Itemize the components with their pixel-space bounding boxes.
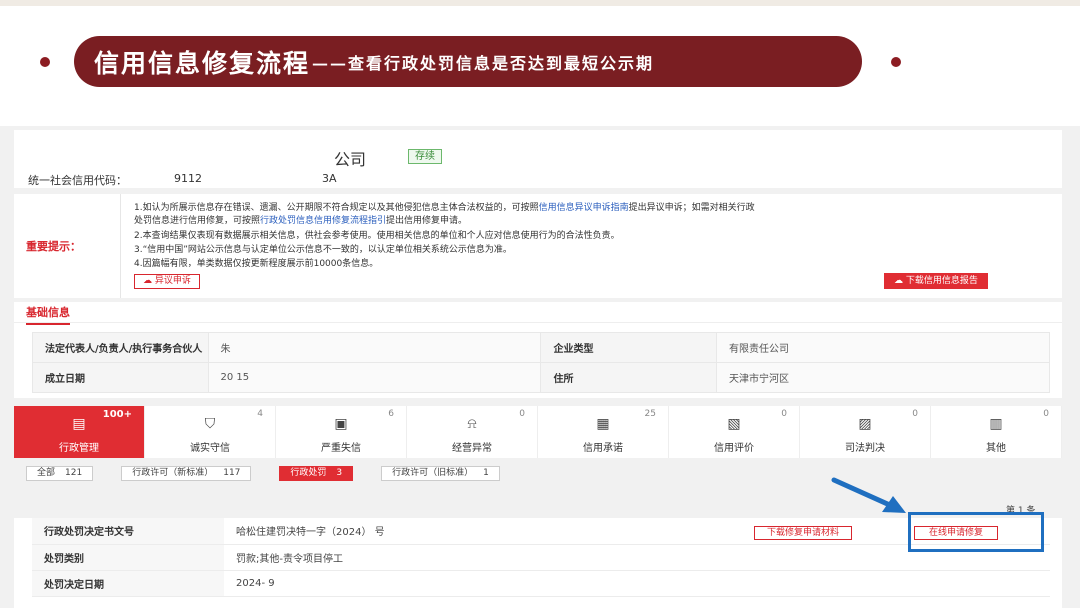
pointer-arrow-icon	[831, 477, 906, 513]
tab-count: 0	[519, 409, 525, 419]
cloud-upload-icon: ☁	[143, 276, 155, 286]
tab-label: 信用评价	[714, 443, 754, 454]
decision-number-label: 行政处罚决定书文号	[32, 518, 224, 545]
penalty-record-table: 行政处罚决定书文号 哈松住建罚决特一字（2024） 号 处罚类别 罚款;其他-责…	[32, 518, 1050, 597]
alarm-icon: ⍾	[467, 416, 477, 432]
download-report-button[interactable]: ☁ 下载信用信息报告	[884, 273, 988, 289]
company-header-card: 公司 存续 统一社会信用代码： 9112 3A	[14, 130, 1062, 188]
basic-info-card: 基础信息 法定代表人/负责人/执行事务合伙人 朱 企业类型 有限责任公司 成立日…	[14, 302, 1062, 398]
slide-title-main: 信用信息修复流程	[94, 48, 311, 78]
notice-divider	[120, 194, 121, 298]
filter-license-old[interactable]: 行政许可（旧标准） 1	[381, 466, 500, 481]
tab-count: 0	[781, 409, 787, 419]
tab-business-abnormal[interactable]: ⍾ 0 经营异常	[407, 406, 538, 458]
tab-serious-dishonesty[interactable]: ▣ 6 严重失信	[276, 406, 407, 458]
legal-rep-label: 法定代表人/负责人/执行事务合伙人	[32, 332, 209, 363]
table-row: 处罚决定日期 2024- 9	[32, 570, 1050, 597]
other-icon: ▥	[989, 416, 1003, 432]
credit-code-label: 统一社会信用代码：	[28, 174, 127, 187]
decision-date-label: 处罚决定日期	[32, 570, 224, 597]
company-type-value: 有限责任公司	[715, 332, 1051, 363]
status-badge: 存续	[408, 149, 442, 164]
highlight-box	[908, 512, 1044, 552]
tab-count: 0	[1043, 409, 1049, 419]
repair-guide-link[interactable]: 行政处罚信息信用修复流程指引	[260, 216, 386, 226]
address-label: 住所	[540, 362, 717, 393]
tab-credit-evaluation[interactable]: ▧ 0 信用评价	[669, 406, 800, 458]
table-row: 处罚类别 罚款;其他-责令项目停工	[32, 544, 1050, 571]
notice-line-1: 1.如认为所展示信息存在错误、遗漏、公开期限不符合规定以及其他侵犯信息主体合法权…	[134, 203, 755, 213]
important-notice-card: 重要提示： 1.如认为所展示信息存在错误、遗漏、公开期限不符合规定以及其他侵犯信…	[14, 194, 1062, 298]
notice-line-2: 处罚信息进行信用修复，可按照行政处罚信息信用修复流程指引提出信用修复申请。	[134, 216, 468, 226]
bullet-left	[40, 57, 50, 67]
tab-count: 0	[912, 409, 918, 419]
company-name: 公司	[334, 150, 367, 169]
tab-judicial-judgment[interactable]: ▨ 0 司法判决	[800, 406, 931, 458]
table-row: 行政处罚决定书文号 哈松住建罚决特一字（2024） 号	[32, 518, 1050, 545]
notice-line-4: 3.“信用中国”网站公示信息与认定单位公示信息不一致的，以认定单位相关系统公示信…	[134, 245, 512, 255]
tab-count: 4	[257, 409, 263, 419]
tab-count: 100+	[102, 409, 132, 420]
legal-rep-value: 朱	[207, 332, 542, 363]
tab-label: 严重失信	[321, 443, 361, 454]
document-icon: ▤	[72, 416, 86, 432]
judgment-icon: ▨	[858, 416, 872, 432]
download-repair-materials-button[interactable]: 下载修复申请材料	[754, 526, 853, 540]
table-row: 法定代表人/负责人/执行事务合伙人 朱 企业类型 有限责任公司	[32, 332, 1051, 363]
penalty-record-card: 行政处罚决定书文号 哈松住建罚决特一字（2024） 号 处罚类别 罚款;其他-责…	[14, 512, 1062, 608]
record-type-filters: 全部 121 行政许可（新标准） 117 行政处罚 3 行政许可（旧标准） 1	[26, 466, 528, 482]
filter-license-new[interactable]: 行政许可（新标准） 117	[121, 466, 252, 481]
notice-title: 重要提示：	[26, 240, 81, 253]
top-decor-strip	[0, 0, 1080, 6]
tab-admin-management[interactable]: ▤ 100+ 行政管理	[14, 406, 145, 458]
filter-all[interactable]: 全部 121	[26, 466, 94, 481]
founded-date-label: 成立日期	[32, 362, 209, 393]
appeal-guide-link[interactable]: 信用信息异议申诉指南	[539, 203, 629, 213]
notice-line-3: 2.本查询结果仅表现有数据展示相关信息，供社会参考使用。使用相关信息的单位和个人…	[134, 231, 620, 241]
tab-other[interactable]: ▥ 0 其他	[931, 406, 1062, 458]
basic-info-table: 法定代表人/负责人/执行事务合伙人 朱 企业类型 有限责任公司 成立日期 20 …	[32, 332, 1051, 393]
tab-label: 诚实守信	[190, 443, 230, 454]
tab-label: 其他	[986, 443, 1006, 454]
tab-honesty[interactable]: ⛉ 4 诚实守信	[145, 406, 276, 458]
decision-date-value: 2024- 9	[224, 570, 1050, 597]
founded-date-value: 20 15	[207, 362, 542, 393]
shield-check-icon: ⛉	[204, 416, 216, 432]
objection-appeal-button[interactable]: ☁ 异议申诉	[134, 274, 200, 289]
tab-label: 经营异常	[452, 443, 492, 454]
warning-card-icon: ▣	[334, 416, 348, 432]
category-tabs: ▤ 100+ 行政管理 ⛉ 4 诚实守信 ▣ 6 严重失信 ⍾ 0 经营异常 ▦…	[14, 406, 1062, 458]
tab-credit-commitment[interactable]: ▦ 25 信用承诺	[538, 406, 669, 458]
slide-title-banner: 信用信息修复流程 ——查看行政处罚信息是否达到最短公示期	[74, 36, 862, 87]
tab-count: 25	[644, 409, 656, 419]
slide-title-sub: ——查看行政处罚信息是否达到最短公示期	[312, 53, 655, 73]
bullet-right	[891, 57, 901, 67]
notice-line-5: 4.因篇幅有限，单类数据仅按更新程度展示前10000条信息。	[134, 259, 379, 269]
tab-label: 行政管理	[59, 443, 99, 454]
cloud-download-icon: ☁	[894, 276, 906, 286]
credit-code-head: 9112	[174, 172, 202, 185]
table-row: 成立日期 20 15 住所 天津市宁河区	[32, 362, 1051, 393]
website-screenshot: 公司 存续 统一社会信用代码： 9112 3A 重要提示： 1.如认为所展示信息…	[0, 126, 1080, 608]
company-type-label: 企业类型	[540, 332, 717, 363]
penalty-type-label: 处罚类别	[32, 544, 224, 571]
filter-admin-penalty[interactable]: 行政处罚 3	[279, 466, 354, 481]
credit-code-tail: 3A	[322, 172, 337, 185]
commitment-icon: ▦	[596, 416, 610, 432]
tab-count: 6	[388, 409, 394, 419]
evaluation-icon: ▧	[727, 416, 741, 432]
tab-label: 司法判决	[845, 443, 885, 454]
address-value: 天津市宁河区	[715, 362, 1051, 393]
tab-label: 信用承诺	[583, 443, 623, 454]
